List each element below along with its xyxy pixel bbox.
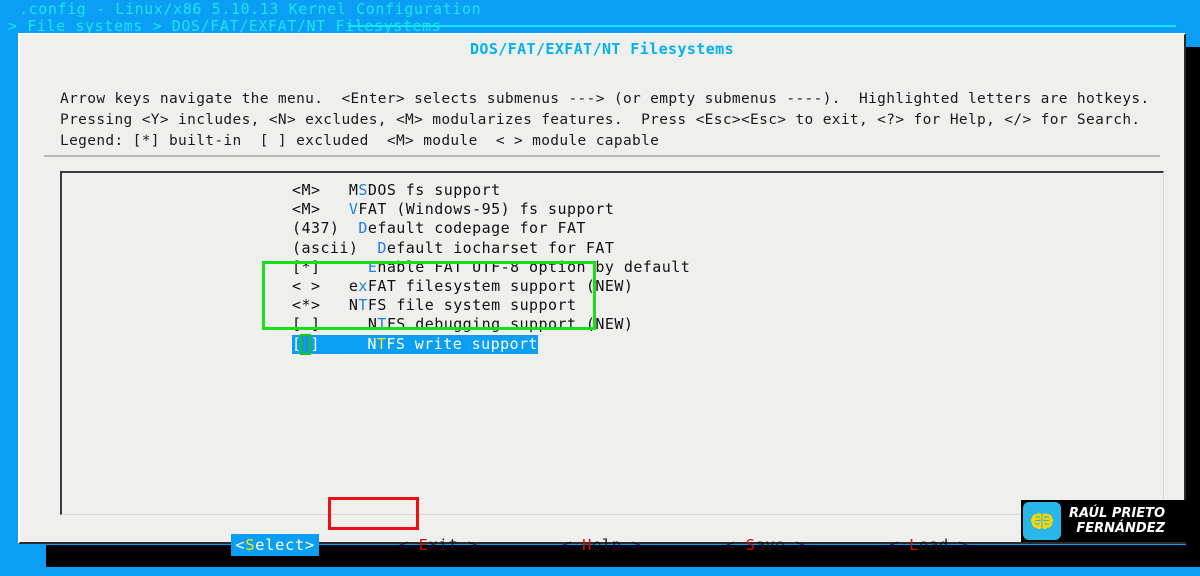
menu-item-label-pre: M	[348, 181, 359, 199]
menu-item-body[interactable]: < > exFAT filesystem support (NEW)	[292, 277, 633, 295]
menu-item-label-pre: N	[367, 315, 378, 334]
menu-item-indent	[320, 296, 348, 314]
menu-item-body[interactable]: (437) Default codepage for FAT	[292, 219, 586, 237]
menu-item-label-pre: e	[348, 276, 359, 295]
menu-item-state: <M>	[292, 181, 321, 199]
menu-item-state: < >	[292, 276, 321, 295]
load-button[interactable]: < Load >	[885, 534, 972, 556]
menu-item[interactable]: (ascii) Default iocharset for FAT	[292, 239, 690, 258]
save-button[interactable]: < Save >	[722, 534, 809, 556]
menu-item-label: DOS fs support	[367, 181, 501, 199]
menu-item-body[interactable]: [ ] NTFS debugging support (NEW)	[292, 315, 633, 333]
menu-item-hotkey: T	[376, 334, 387, 353]
button-hotkey: E	[418, 536, 429, 554]
menu-item-state: (437)	[292, 219, 340, 238]
menu-item-body[interactable]: (ascii) Default iocharset for FAT	[292, 239, 614, 257]
menu-item-indent	[320, 181, 348, 199]
menu-item-indent	[320, 200, 348, 218]
menu-item-hotkey: D	[377, 238, 387, 257]
menu-item-indent	[320, 277, 348, 295]
menu-item-label-pre: N	[367, 334, 377, 353]
menuconfig-dialog: DOS/FAT/EXFAT/NT Filesystems Arrow keys …	[18, 33, 1186, 556]
menu-item-hotkey: D	[358, 219, 368, 238]
help-button[interactable]: < Help >	[558, 534, 645, 556]
menu-item-label-pre: N	[348, 296, 359, 315]
menu-item[interactable]: [ ] NTFS debugging support (NEW)	[292, 315, 690, 334]
menu-item-label: FAT (Windows-95) fs support	[358, 200, 615, 219]
button-label-pre: <	[562, 536, 583, 554]
menu-item[interactable]: [*] Enable FAT UTF-8 option by default	[292, 258, 690, 277]
button-label-pre: <	[889, 536, 910, 554]
menuconfig-screen: .config - Linux/x86 5.10.13 Kernel Confi…	[0, 0, 1200, 576]
button-label: elp >	[592, 536, 642, 554]
button-hotkey: S	[245, 536, 256, 554]
menu-item-body[interactable]: [*] Enable FAT UTF-8 option by default	[292, 258, 690, 276]
button-label: xit >	[428, 536, 479, 554]
menu-item[interactable]: [ ] NTFS write support	[292, 333, 690, 355]
button-label: ave >	[755, 536, 806, 554]
dialog-title: DOS/FAT/EXFAT/NT Filesystems	[469, 40, 735, 58]
menu-list[interactable]: <M> MSDOS fs support <M> VFAT (Windows-95…	[292, 181, 690, 355]
menu-item-hotkey: V	[348, 200, 359, 219]
menu-item-state: [ ]	[292, 315, 321, 334]
button-label: oad >	[919, 536, 969, 554]
watermark-text: RAÚL PRIETO FERNÁNDEZ	[1069, 506, 1165, 536]
menu-item[interactable]: <M> MSDOS fs support	[292, 181, 690, 200]
menu-item-body[interactable]: <M> VFAT (Windows-95) fs support	[292, 200, 614, 218]
menu-item[interactable]: <M> VFAT (Windows-95) fs support	[292, 200, 690, 219]
dialog-shadow-right	[1186, 47, 1200, 567]
menu-item[interactable]: < > exFAT filesystem support (NEW)	[292, 277, 690, 296]
watermark-line1: RAÚL PRIETO	[1069, 506, 1166, 521]
exit-button[interactable]: < Exit >	[395, 534, 482, 556]
separator	[44, 155, 1160, 157]
menu-item-label: efault iocharset for FAT	[386, 238, 615, 257]
menu-item-hotkey: S	[358, 181, 368, 199]
menu-item-indent	[320, 258, 367, 276]
button-hotkey: S	[745, 536, 756, 554]
menu-item-indent	[358, 239, 377, 257]
button-label-pre: <	[725, 536, 746, 554]
menu-item-label: FS write support	[386, 334, 539, 353]
menu-item-hotkey: E	[367, 257, 378, 276]
menu-item[interactable]: <*> NTFS file system support	[292, 296, 690, 315]
menu-item-indent	[339, 219, 358, 237]
checkbox-close-bracket: ]	[310, 334, 320, 353]
menu-item-selected[interactable]: [ ] NTFS write support	[292, 333, 539, 355]
menu-item-indent	[320, 315, 367, 333]
kernel-config-title: .config - Linux/x86 5.10.13 Kernel Confi…	[19, 0, 482, 18]
menu-item-state: <*>	[292, 296, 321, 315]
button-label-pre: <	[235, 536, 246, 554]
watermark-line2: FERNÁNDEZ	[1076, 521, 1166, 536]
menu-item-state: [*]	[292, 257, 321, 276]
menu-item-indent	[320, 335, 367, 353]
button-hotkey: H	[582, 536, 593, 554]
menu-item-body[interactable]: <M> MSDOS fs support	[292, 181, 501, 199]
button-bar: <Select> < Exit > < Help > < Save > < Load >	[20, 525, 1184, 565]
menu-item[interactable]: (437) Default codepage for FAT	[292, 219, 690, 238]
select-button[interactable]: <Select>	[231, 534, 319, 556]
help-text: Arrow keys navigate the menu. <Enter> se…	[60, 91, 1168, 149]
menu-item-label: efault codepage for FAT	[367, 219, 586, 238]
menu-item-hotkey: x	[358, 276, 368, 295]
checkbox-open-bracket: [	[292, 334, 302, 353]
button-hotkey: L	[909, 536, 920, 554]
menu-item-state: <M>	[292, 200, 321, 219]
menu-item-label: nable FAT UTF-8 option by default	[377, 257, 691, 276]
menu-panel[interactable]: <M> MSDOS fs support <M> VFAT (Windows-95…	[60, 171, 1164, 515]
menu-item-label: FS file system support	[367, 296, 577, 315]
menu-item-state: (ascii)	[292, 238, 359, 257]
menu-item-body[interactable]: <*> NTFS file system support	[292, 296, 576, 314]
menu-item-hotkey: T	[377, 315, 387, 334]
header-rule	[348, 25, 1176, 27]
terminal-header: .config - Linux/x86 5.10.13 Kernel Confi…	[0, 0, 1200, 34]
menu-item-label: FS debugging support (NEW)	[386, 315, 634, 334]
button-label: elect>	[255, 536, 315, 554]
button-label-pre: <	[398, 536, 419, 554]
brain-circuit-icon	[1023, 502, 1061, 540]
watermark: RAÚL PRIETO FERNÁNDEZ	[1021, 500, 1189, 542]
menu-item-hotkey: T	[358, 296, 368, 315]
menu-item-label: FAT filesystem support (NEW)	[367, 276, 634, 295]
